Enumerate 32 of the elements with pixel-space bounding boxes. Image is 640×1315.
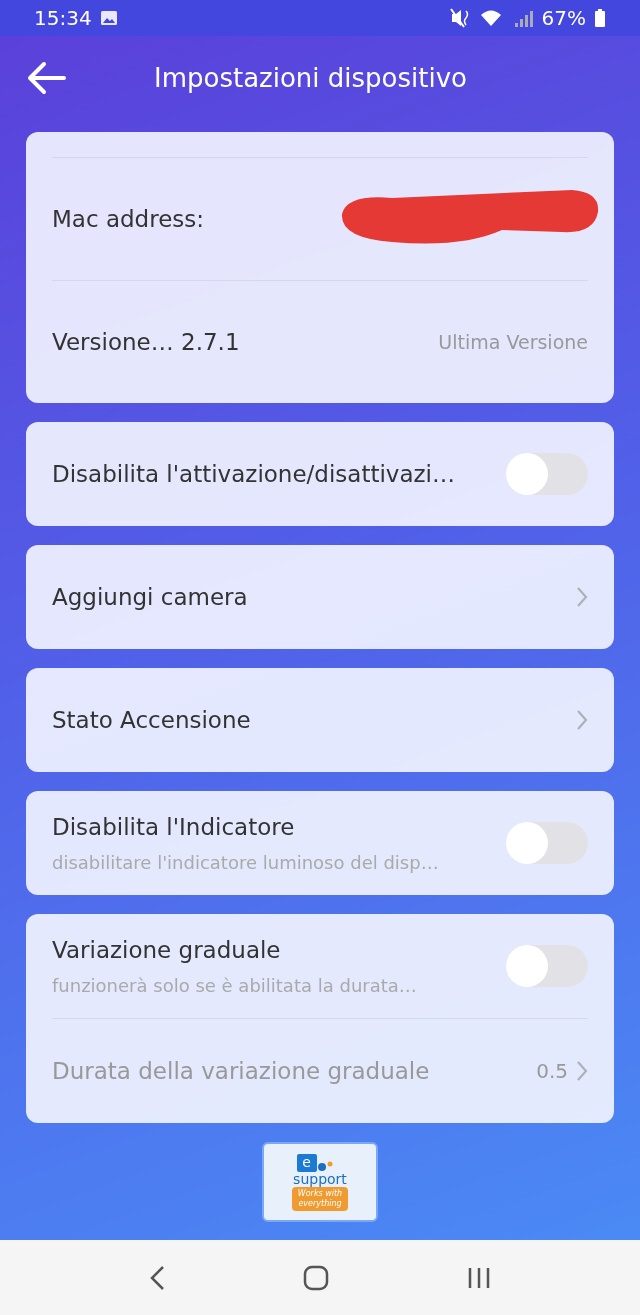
row-label: Mac address: (52, 206, 204, 232)
row-subtitle: funzionerà solo se è abilitata la durata… (52, 974, 417, 996)
back-icon[interactable] (149, 1264, 165, 1291)
chevron-icon (576, 709, 588, 731)
row-label: Disabilita l'Indicatore (52, 813, 296, 840)
home-icon[interactable] (303, 1264, 329, 1291)
clock: 15:34 (34, 6, 92, 30)
battery-level: 67% (541, 6, 586, 30)
row-value: 0.5 (536, 1059, 568, 1083)
back-arrow-icon[interactable] (26, 61, 66, 95)
recents-icon[interactable] (467, 1265, 491, 1290)
logo-letter: e (296, 1153, 317, 1172)
screen-title: Impostazioni dispositivo (154, 63, 467, 93)
chevron-icon (576, 586, 588, 608)
row-label: Versione… 2.7.1 (52, 329, 240, 355)
chevron-icon (576, 1060, 588, 1082)
esupport-badge[interactable]: e support Works with everything (262, 1142, 378, 1222)
row-label: Variazione graduale (52, 936, 282, 963)
image-icon (99, 10, 118, 26)
row-label: Disabilita l'attivazione/disattivazi… (52, 461, 455, 487)
toggle-switch[interactable] (506, 822, 588, 864)
menu-row[interactable]: Aggiungi camera (52, 545, 588, 649)
row-value: Ultima Versione (438, 331, 588, 353)
signal-icon (513, 8, 534, 28)
menu-row[interactable]: Stato Accensione (52, 668, 588, 772)
brand-name: support (293, 1171, 347, 1187)
toggle-switch[interactable] (506, 945, 588, 987)
toggle-switch[interactable] (506, 453, 588, 495)
tagline-label: Works with everything (291, 1186, 349, 1211)
battery-icon (594, 8, 606, 28)
dots-icon (317, 1159, 334, 1172)
row-subtitle: disabilitare l'indicatore luminoso del disp… (52, 851, 439, 873)
